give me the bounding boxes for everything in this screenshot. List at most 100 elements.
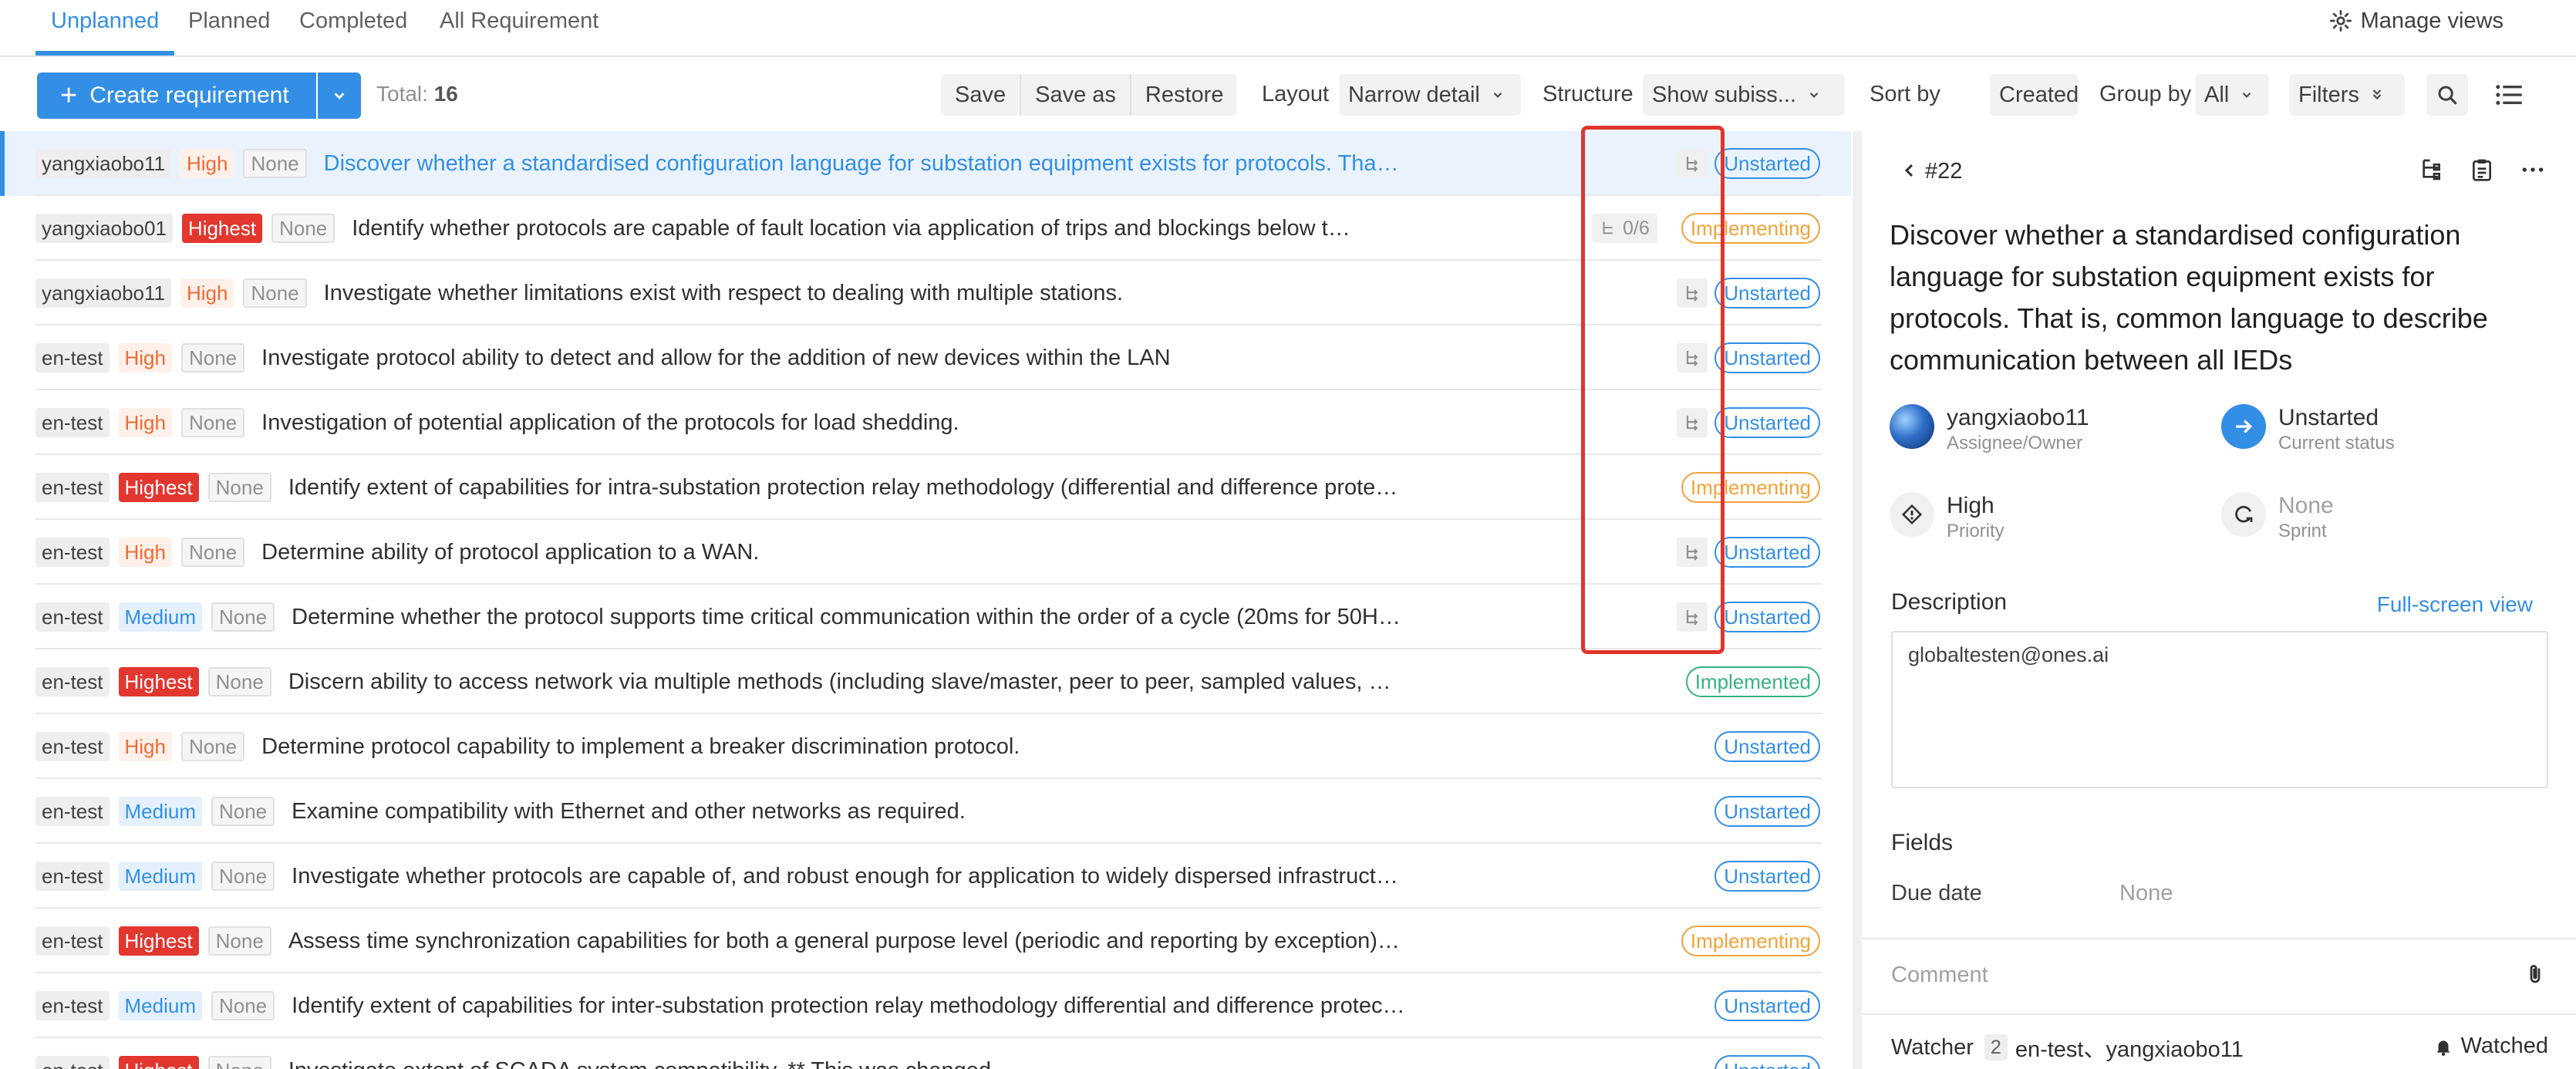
assignee-tag[interactable]: en-test xyxy=(35,926,110,956)
status-badge[interactable]: Unstarted xyxy=(1715,407,1820,438)
issue-title[interactable]: Discover whether a standardised configur… xyxy=(1890,214,2553,381)
priority-badge[interactable]: High xyxy=(180,278,234,308)
status-badge[interactable]: Implemented xyxy=(1685,666,1820,697)
sprint-field[interactable]: None Sprint xyxy=(2221,492,2334,543)
priority-badge[interactable]: Highest xyxy=(118,1056,199,1069)
assignee-tag[interactable]: en-test xyxy=(35,538,110,567)
row-title[interactable]: Investigate extent of SCADA system compa… xyxy=(288,1058,991,1069)
sprint-tag[interactable]: None xyxy=(243,149,307,178)
sprint-tag[interactable]: None xyxy=(207,473,271,502)
more-icon[interactable] xyxy=(2520,157,2545,182)
assignee-tag[interactable]: en-test xyxy=(35,343,110,373)
sprint-tag[interactable]: None xyxy=(180,343,245,373)
priority-badge[interactable]: High xyxy=(118,343,172,373)
description-box[interactable]: globaltesten@ones.ai xyxy=(1891,631,2548,788)
sprint-tag[interactable]: None xyxy=(180,408,245,437)
table-row[interactable]: yangxiaobo11 High None Investigate whether … xyxy=(0,261,1851,325)
row-title[interactable]: Discover whether a standardised configur… xyxy=(324,151,1399,177)
sprint-tag[interactable]: None xyxy=(180,538,245,567)
sprint-tag[interactable]: None xyxy=(243,278,307,308)
table-row[interactable]: yangxiaobo01 Highest None Identify whether … xyxy=(0,196,1851,261)
assignee-tag[interactable]: en-test xyxy=(35,602,110,632)
priority-badge[interactable]: High xyxy=(118,732,172,761)
attachment-button[interactable] xyxy=(2524,961,2547,991)
row-title[interactable]: Investigate protocol ability to detect a… xyxy=(261,346,1170,371)
status-badge[interactable]: Unstarted xyxy=(1715,278,1820,309)
create-requirement-button[interactable]: + Create requirement xyxy=(37,73,316,119)
priority-badge[interactable]: Highest xyxy=(181,214,263,243)
sprint-tag[interactable]: None xyxy=(211,862,275,891)
back-button[interactable] xyxy=(1900,159,1919,186)
watcher-names[interactable]: en-test、yangxiaobo11 xyxy=(2015,1031,2244,1064)
status-badge[interactable]: Unstarted xyxy=(1715,861,1820,892)
assignee-tag[interactable]: en-test xyxy=(35,797,110,826)
assignee-tag[interactable]: yangxiaobo11 xyxy=(35,149,171,178)
due-date-value[interactable]: None xyxy=(2119,881,2173,906)
table-row[interactable]: en-test Highest None Investigate extent of … xyxy=(0,1038,1851,1069)
table-row[interactable]: en-test Medium None Examine compatibility w… xyxy=(0,779,1851,844)
table-row[interactable]: en-test Medium None Determine whether the p… xyxy=(0,585,1851,649)
full-screen-view-link[interactable]: Full-screen view xyxy=(2377,592,2533,617)
row-title[interactable]: Identify whether protocols are capable o… xyxy=(352,216,1357,241)
table-row[interactable]: en-test Highest None Discern ability to acc… xyxy=(0,649,1851,714)
status-badge[interactable]: Unstarted xyxy=(1715,602,1820,632)
clipboard-icon[interactable] xyxy=(2470,157,2494,182)
priority-badge[interactable]: High xyxy=(180,149,234,178)
status-field[interactable]: Unstarted Current status xyxy=(2221,404,2395,455)
table-row[interactable]: en-test Highest None Identify extent of cap… xyxy=(0,455,1851,520)
row-title[interactable]: Examine compatibility with Ethernet and … xyxy=(292,799,966,825)
row-title[interactable]: Determine protocol capability to impleme… xyxy=(261,734,1020,760)
table-row[interactable]: en-test Medium None Identify extent of capa… xyxy=(0,973,1851,1038)
priority-badge[interactable]: High xyxy=(118,408,172,437)
assignee-tag[interactable]: en-test xyxy=(35,408,110,437)
priority-badge[interactable]: Medium xyxy=(118,862,202,891)
row-title[interactable]: Investigation of potential application o… xyxy=(261,410,959,436)
status-badge[interactable]: Unstarted xyxy=(1715,731,1820,762)
priority-badge[interactable]: Medium xyxy=(118,602,202,632)
priority-badge[interactable]: Highest xyxy=(118,667,199,696)
status-badge[interactable]: Unstarted xyxy=(1715,990,1820,1021)
priority-badge[interactable]: Medium xyxy=(118,797,202,826)
create-dropdown-button[interactable] xyxy=(318,73,361,119)
comment-box[interactable]: Comment xyxy=(1862,938,2576,1015)
filters-button[interactable]: Filters xyxy=(2289,74,2405,116)
row-title[interactable]: Discern ability to access network via mu… xyxy=(288,669,1402,695)
status-badge[interactable]: Unstarted xyxy=(1715,342,1820,373)
restore-button[interactable]: Restore xyxy=(1131,74,1238,116)
tab-unplanned[interactable]: Unplanned xyxy=(51,8,159,46)
status-badge[interactable]: Unstarted xyxy=(1715,796,1820,827)
panel-splitter[interactable] xyxy=(1853,131,1862,1069)
sprint-tag[interactable]: None xyxy=(207,1056,271,1069)
status-badge[interactable]: Unstarted xyxy=(1715,148,1820,179)
tab-all-requirement[interactable]: All Requirement xyxy=(440,8,598,46)
assignee-tag[interactable]: en-test xyxy=(35,667,110,696)
search-button[interactable] xyxy=(2426,74,2468,116)
assignee-tag[interactable]: en-test xyxy=(35,473,110,502)
sprint-tag[interactable]: None xyxy=(211,991,275,1020)
assignee-tag[interactable]: en-test xyxy=(35,862,110,891)
table-row[interactable]: en-test High None Determine ability of prot… xyxy=(0,520,1851,585)
structure-select[interactable]: Show subiss... xyxy=(1643,74,1845,116)
tab-completed[interactable]: Completed xyxy=(299,8,407,46)
assignee-tag[interactable]: en-test xyxy=(35,1056,110,1069)
layout-select[interactable]: Narrow detail xyxy=(1339,74,1521,116)
watched-toggle[interactable]: Watched xyxy=(2433,1034,2548,1059)
row-title[interactable]: Investigate whether limitations exist wi… xyxy=(324,281,1123,306)
assignee-tag[interactable]: yangxiaobo01 xyxy=(35,214,173,243)
priority-badge[interactable]: High xyxy=(118,538,172,567)
table-row[interactable]: en-test High None Investigation of potentia… xyxy=(0,390,1851,455)
sprint-tag[interactable]: None xyxy=(211,602,275,632)
save-button[interactable]: Save xyxy=(941,74,1022,116)
list-settings-button[interactable] xyxy=(2488,74,2530,116)
row-title[interactable]: Determine ability of protocol applicatio… xyxy=(261,540,759,565)
group-select[interactable]: All xyxy=(2195,74,2269,116)
table-row[interactable]: en-test Highest None Assess time synchroniz… xyxy=(0,909,1851,973)
assignee-field[interactable]: yangxiaobo11 Assignee/Owner xyxy=(1890,404,2089,455)
sprint-tag[interactable]: None xyxy=(207,926,271,956)
priority-field[interactable]: High Priority xyxy=(1890,492,2004,543)
table-row[interactable]: yangxiaobo11 High None Discover whether a s… xyxy=(0,131,1851,196)
status-badge[interactable]: Implementing xyxy=(1681,926,1820,956)
sprint-tag[interactable]: None xyxy=(207,667,271,696)
subissue-icon[interactable] xyxy=(2419,157,2443,182)
row-title[interactable]: Identify extent of capabilities for intr… xyxy=(288,475,1402,501)
